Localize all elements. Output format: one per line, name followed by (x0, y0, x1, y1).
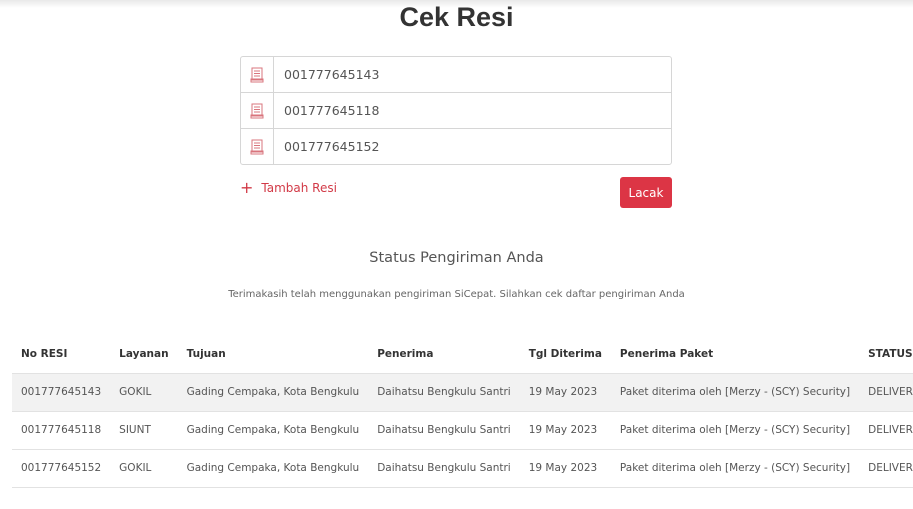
receipt-icon (241, 93, 274, 128)
cell-no-resi: 001777645143 (12, 373, 111, 412)
cell-no-resi: 001777645118 (12, 411, 111, 450)
cell-status: DELIVERED (859, 411, 913, 450)
cell-tujuan: Gading Cempaka, Kota Bengkulu (177, 373, 369, 412)
status-title: Status Pengiriman Anda (369, 250, 544, 266)
cell-tgl-diterima: 19 May 2023 (519, 449, 611, 488)
cell-tujuan: Gading Cempaka, Kota Bengkulu (177, 449, 369, 488)
cell-penerima-paket: Paket diterima oleh [Merzy - (SCY) Secur… (610, 411, 860, 450)
table-header-row: No RESI Layanan Tujuan Penerima Tgl Dite… (12, 336, 913, 374)
resi-input-3[interactable] (274, 129, 671, 164)
resi-row (241, 129, 671, 164)
plus-icon: + (240, 178, 254, 197)
cell-layanan: GOKIL (110, 449, 178, 488)
header-no-resi: No RESI (12, 336, 111, 374)
cell-no-resi: 001777645152 (12, 449, 111, 488)
status-subtitle: Terimakasih telah menggunakan pengiriman… (228, 289, 685, 300)
header-penerima-paket: Penerima Paket (610, 336, 860, 374)
cell-penerima-paket: Paket diterima oleh [Merzy - (SCY) Secur… (610, 373, 860, 412)
cell-layanan: SIUNT (110, 411, 178, 450)
cell-penerima-paket: Paket diterima oleh [Merzy - (SCY) Secur… (610, 449, 860, 488)
table-row: 001777645152 GOKIL Gading Cempaka, Kota … (12, 449, 913, 488)
receipt-icon (241, 129, 274, 164)
cell-tgl-diterima: 19 May 2023 (519, 411, 611, 450)
header-status: STATUS (859, 336, 913, 374)
header-tgl-diterima: Tgl Diterima (519, 336, 611, 374)
cell-tujuan: Gading Cempaka, Kota Bengkulu (177, 411, 369, 450)
cell-penerima: Daihatsu Bengkulu Santri (368, 449, 520, 488)
cell-tgl-diterima: 19 May 2023 (519, 373, 611, 412)
lacak-button[interactable]: Lacak (620, 177, 672, 208)
add-resi-link[interactable]: + Tambah Resi (240, 180, 337, 196)
resi-input-2[interactable] (274, 93, 671, 128)
table-row: 001777645143 GOKIL Gading Cempaka, Kota … (12, 373, 913, 412)
cell-penerima: Daihatsu Bengkulu Santri (368, 373, 520, 412)
page-title: Cek Resi (399, 2, 514, 32)
cell-layanan: GOKIL (110, 373, 178, 412)
receipt-icon (241, 57, 274, 92)
header-penerima: Penerima (368, 336, 520, 374)
result-table: No RESI Layanan Tujuan Penerima Tgl Dite… (12, 336, 913, 488)
resi-input-group (240, 56, 672, 165)
resi-row (241, 57, 671, 93)
header-layanan: Layanan (110, 336, 178, 374)
table-row: 001777645118 SIUNT Gading Cempaka, Kota … (12, 411, 913, 450)
cell-status: DELIVERED (859, 373, 913, 412)
resi-row (241, 93, 671, 129)
resi-input-1[interactable] (274, 57, 671, 92)
add-resi-label: Tambah Resi (261, 181, 337, 195)
cell-penerima: Daihatsu Bengkulu Santri (368, 411, 520, 450)
header-tujuan: Tujuan (177, 336, 369, 374)
cell-status: DELIVERED (859, 449, 913, 488)
